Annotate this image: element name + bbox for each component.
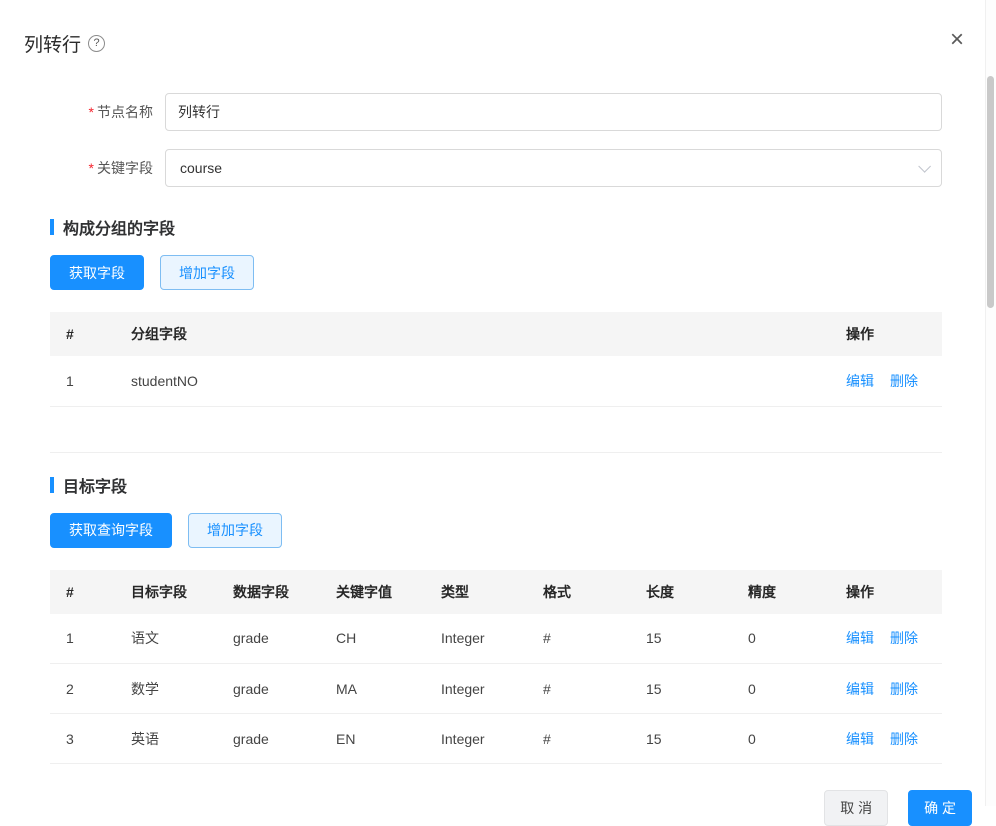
cell-target-field: 数学	[115, 664, 217, 714]
close-icon[interactable]: ×	[950, 30, 964, 50]
col-header-key-value: 关键字值	[320, 570, 425, 614]
group-fields-buttons: 获取字段 增加字段	[50, 255, 942, 290]
cell-format: #	[527, 714, 630, 764]
confirm-button[interactable]: 确 定	[908, 790, 972, 826]
col-header-data-field: 数据字段	[217, 570, 320, 614]
edit-link[interactable]: 编辑	[846, 731, 874, 747]
pivot-dialog: 列转行 ? × *节点名称 *关键字段 course	[0, 0, 996, 806]
cell-precision: 0	[732, 714, 830, 764]
cell-type: Integer	[425, 714, 527, 764]
cell-target-field: 语文	[115, 614, 217, 664]
target-fields-buttons: 获取查询字段 增加字段	[50, 513, 942, 548]
section-title-bar	[50, 477, 54, 493]
col-header-target-field: 目标字段	[115, 570, 217, 614]
form: *节点名称 *关键字段 course	[50, 93, 942, 187]
cell-precision: 0	[732, 614, 830, 664]
col-header-precision: 精度	[732, 570, 830, 614]
col-header-length: 长度	[630, 570, 732, 614]
cell-format: #	[527, 614, 630, 664]
table-row: 3 英语 grade EN Integer # 15 0 编辑删除	[50, 714, 942, 764]
cell-format: #	[527, 664, 630, 714]
cell-actions: 编辑删除	[830, 356, 942, 406]
table-row: 1 studentNO 编辑删除	[50, 356, 942, 406]
dialog-header: 列转行 ? ×	[0, 0, 996, 57]
col-header-index: #	[50, 570, 115, 614]
key-field-label: *关键字段	[50, 158, 165, 178]
edit-link[interactable]: 编辑	[846, 681, 874, 697]
cell-index: 1	[50, 614, 115, 664]
edit-link[interactable]: 编辑	[846, 630, 874, 646]
cell-target-field: 英语	[115, 714, 217, 764]
cell-key-value: MA	[320, 664, 425, 714]
required-mark: *	[89, 160, 94, 176]
form-row-key-field: *关键字段 course	[50, 149, 942, 187]
dialog-content: *节点名称 *关键字段 course 构成分组的字段 获取字段	[0, 93, 996, 764]
scrollbar-track[interactable]	[985, 0, 996, 806]
cell-type: Integer	[425, 614, 527, 664]
cell-key-value: CH	[320, 614, 425, 664]
cancel-button[interactable]: 取 消	[824, 790, 888, 826]
target-fields-table: # 目标字段 数据字段 关键字值 类型 格式 长度 精度 操作 1 语文	[50, 570, 942, 765]
section-group-fields: 构成分组的字段 获取字段 增加字段 # 分组字段 操作 1	[50, 215, 942, 453]
cell-index: 2	[50, 664, 115, 714]
cell-data-field: grade	[217, 664, 320, 714]
col-header-type: 类型	[425, 570, 527, 614]
dialog-title: 列转行	[24, 30, 81, 57]
table-header-row: # 分组字段 操作	[50, 312, 942, 356]
node-name-label: *节点名称	[50, 102, 165, 122]
cell-group-field: studentNO	[115, 356, 830, 406]
group-fields-table: # 分组字段 操作 1 studentNO 编辑删除	[50, 312, 942, 407]
form-row-node-name: *节点名称	[50, 93, 942, 131]
get-query-fields-button[interactable]: 获取查询字段	[50, 513, 172, 548]
help-icon[interactable]: ?	[88, 35, 105, 52]
col-header-index: #	[50, 312, 115, 356]
section-group-fields-title: 构成分组的字段	[50, 215, 942, 239]
get-fields-button[interactable]: 获取字段	[50, 255, 144, 290]
table-row: 2 数学 grade MA Integer # 15 0 编辑删除	[50, 664, 942, 714]
table-row: 1 语文 grade CH Integer # 15 0 编辑删除	[50, 614, 942, 664]
cell-data-field: grade	[217, 614, 320, 664]
col-header-group-field: 分组字段	[115, 312, 830, 356]
col-header-actions: 操作	[830, 312, 942, 356]
cell-actions: 编辑删除	[830, 714, 942, 764]
delete-link[interactable]: 删除	[890, 373, 918, 389]
cell-actions: 编辑删除	[830, 614, 942, 664]
add-field-button[interactable]: 增加字段	[188, 513, 282, 548]
edit-link[interactable]: 编辑	[846, 373, 874, 389]
dialog-footer: 取 消 确 定	[0, 790, 996, 826]
cell-actions: 编辑删除	[830, 664, 942, 714]
cell-length: 15	[630, 614, 732, 664]
cell-precision: 0	[732, 664, 830, 714]
delete-link[interactable]: 删除	[890, 731, 918, 747]
section-target-fields: 目标字段 获取查询字段 增加字段 # 目标字段 数据字段 关键字值	[50, 473, 942, 765]
section-divider	[50, 407, 942, 453]
col-header-actions: 操作	[830, 570, 942, 614]
col-header-format: 格式	[527, 570, 630, 614]
key-field-select[interactable]: course	[165, 149, 942, 187]
delete-link[interactable]: 删除	[890, 630, 918, 646]
delete-link[interactable]: 删除	[890, 681, 918, 697]
key-field-selected-value: course	[180, 160, 222, 176]
scrollbar-thumb[interactable]	[987, 76, 994, 308]
cell-type: Integer	[425, 664, 527, 714]
chevron-down-icon	[918, 160, 931, 173]
table-header-row: # 目标字段 数据字段 关键字值 类型 格式 长度 精度 操作	[50, 570, 942, 614]
add-field-button[interactable]: 增加字段	[160, 255, 254, 290]
cell-length: 15	[630, 664, 732, 714]
dialog-title-wrap: 列转行 ?	[24, 30, 105, 57]
section-title-bar	[50, 219, 54, 235]
cell-index: 1	[50, 356, 115, 406]
cell-length: 15	[630, 714, 732, 764]
required-mark: *	[89, 104, 94, 120]
cell-index: 3	[50, 714, 115, 764]
cell-key-value: EN	[320, 714, 425, 764]
section-target-fields-title: 目标字段	[50, 473, 942, 497]
cell-data-field: grade	[217, 714, 320, 764]
node-name-input[interactable]	[165, 93, 942, 131]
